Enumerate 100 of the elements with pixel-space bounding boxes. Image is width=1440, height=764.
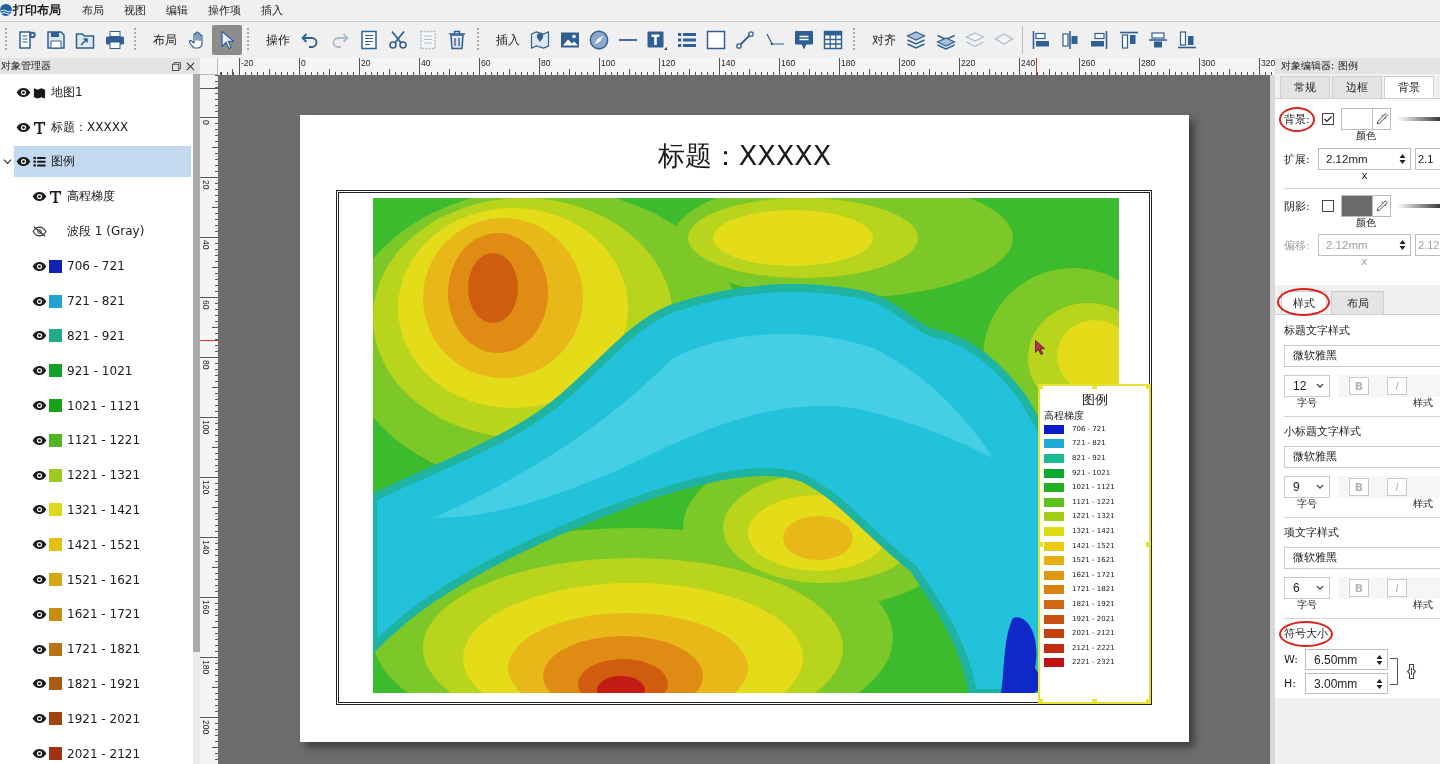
map-icon xyxy=(32,85,46,99)
eye-icon[interactable] xyxy=(32,191,47,203)
eye-slash-icon[interactable] xyxy=(32,226,47,238)
eye-icon[interactable] xyxy=(32,713,47,725)
resize-handle[interactable] xyxy=(1038,384,1043,389)
eyedropper-icon[interactable] xyxy=(1375,113,1388,125)
resize-handle[interactable] xyxy=(1146,699,1151,704)
resize-handle[interactable] xyxy=(1092,699,1097,704)
eye-icon[interactable] xyxy=(32,260,47,272)
tree-item[interactable]: 1121 - 1221 xyxy=(14,424,191,456)
size-dropdown[interactable]: 9 xyxy=(1284,476,1330,498)
eye-icon[interactable] xyxy=(32,400,47,412)
number-field[interactable]: 2.1 xyxy=(1415,148,1440,170)
tab[interactable]: 常规 xyxy=(1280,76,1330,98)
color-swatch[interactable] xyxy=(1341,195,1373,217)
eyedropper-button[interactable] xyxy=(1373,108,1391,130)
eye-icon[interactable] xyxy=(32,574,47,586)
close-icon[interactable] xyxy=(186,61,195,71)
spinner-arrows-icon[interactable] xyxy=(1399,153,1406,165)
tree-item[interactable]: 1921 - 2021 xyxy=(14,703,191,735)
eye-icon[interactable] xyxy=(32,295,47,307)
resize-handle[interactable] xyxy=(1092,384,1097,389)
chevron-down-icon[interactable] xyxy=(1316,585,1324,591)
toolbar-group-label: 布局 xyxy=(152,31,179,49)
toolbar-grip[interactable] xyxy=(852,28,855,52)
scrollbar-thumb[interactable] xyxy=(193,74,200,652)
scrollbar-track[interactable] xyxy=(193,74,200,764)
font-dropdown[interactable]: 微软雅黑 xyxy=(1284,446,1440,468)
number-field[interactable]: 3.00mm xyxy=(1305,673,1388,694)
tab[interactable]: 背景 xyxy=(1384,76,1434,98)
tree-item[interactable]: 821 - 921 xyxy=(14,320,191,352)
color-swatch[interactable] xyxy=(1341,108,1373,130)
ruler-label: 100 xyxy=(201,420,211,435)
resize-handle[interactable] xyxy=(1038,699,1043,704)
resize-handle[interactable] xyxy=(1038,541,1043,547)
tree-item[interactable]: 2021 - 2121 xyxy=(14,738,191,764)
eye-icon[interactable] xyxy=(32,643,47,655)
tree-item[interactable]: 1721 - 1821 xyxy=(14,633,191,665)
tree-item[interactable]: 标题：XXXXX xyxy=(14,111,191,143)
tree-item[interactable]: 1421 - 1521 xyxy=(14,529,191,561)
menu-item[interactable]: 布局 xyxy=(82,2,104,18)
number-field[interactable]: 6.50mm xyxy=(1305,649,1388,670)
eye-icon[interactable] xyxy=(32,469,47,481)
checkbox[interactable] xyxy=(1322,200,1334,212)
tree-item[interactable]: 波段 1 (Gray) xyxy=(14,216,191,248)
eye-icon[interactable] xyxy=(32,330,47,342)
tab[interactable]: 布局 xyxy=(1331,291,1384,314)
resize-handle[interactable] xyxy=(1146,541,1151,547)
number-field[interactable]: 2.12mm xyxy=(1318,148,1411,170)
eye-icon[interactable] xyxy=(32,608,47,620)
eyedropper-icon[interactable] xyxy=(1375,200,1388,212)
eyedropper-button[interactable] xyxy=(1373,195,1391,217)
tree-item[interactable]: 706 - 721 xyxy=(14,250,191,282)
checkbox[interactable] xyxy=(1322,113,1334,125)
toolbar-grip[interactable] xyxy=(246,28,249,52)
chevron-down-icon[interactable] xyxy=(2,157,12,167)
tree-item[interactable]: 地图1 xyxy=(14,76,191,108)
tree-item[interactable]: 高程梯度 xyxy=(14,181,191,213)
eye-icon[interactable] xyxy=(32,748,47,760)
tree-item[interactable]: 921 - 1021 xyxy=(14,355,191,387)
eye-icon[interactable] xyxy=(16,86,31,98)
menu-item[interactable]: 插入 xyxy=(261,2,283,18)
tree-item[interactable]: 1321 - 1421 xyxy=(14,494,191,526)
text-icon xyxy=(48,190,62,204)
menu-item[interactable]: 操作项 xyxy=(208,2,241,18)
size-dropdown[interactable]: 6 xyxy=(1284,577,1330,599)
eye-icon[interactable] xyxy=(16,121,31,133)
font-dropdown[interactable]: 微软雅黑 xyxy=(1284,345,1440,367)
eye-icon[interactable] xyxy=(32,539,47,551)
tree-item[interactable]: 1021 - 1121 xyxy=(14,390,191,422)
eye-icon[interactable] xyxy=(32,678,47,690)
font-dropdown[interactable]: 微软雅黑 xyxy=(1284,547,1440,569)
tab[interactable]: 样式 xyxy=(1281,291,1327,314)
eye-icon[interactable] xyxy=(32,504,47,516)
canvas-scrollbar[interactable] xyxy=(1270,75,1275,764)
legend-panel[interactable] xyxy=(1038,384,1151,704)
eye-icon[interactable] xyxy=(32,434,47,446)
tree-item[interactable]: 1221 - 1321 xyxy=(14,459,191,491)
tree-item[interactable]: 1821 - 1921 xyxy=(14,668,191,700)
spinner-arrows-icon[interactable] xyxy=(1376,653,1383,666)
size-dropdown[interactable]: 12 xyxy=(1284,375,1330,397)
ruler-label: 120 xyxy=(661,58,676,68)
resize-handle[interactable] xyxy=(1146,384,1151,389)
spinner-arrows-icon[interactable] xyxy=(1376,677,1383,690)
link-icon[interactable] xyxy=(1406,663,1417,680)
toolbar-grip[interactable] xyxy=(476,28,479,52)
tree-item[interactable]: 1521 - 1621 xyxy=(14,564,191,596)
tree-item[interactable]: 图例 xyxy=(14,146,191,178)
menu-item[interactable]: 视图 xyxy=(124,2,146,18)
eye-icon[interactable] xyxy=(32,365,47,377)
tab[interactable]: 边框 xyxy=(1332,76,1382,98)
chevron-down-icon[interactable] xyxy=(1316,484,1324,490)
tree-item[interactable]: 721 - 821 xyxy=(14,285,191,317)
menu-item[interactable]: 编辑 xyxy=(166,2,188,18)
restore-window-icon[interactable] xyxy=(172,61,181,71)
chevron-down-icon[interactable] xyxy=(1316,383,1324,389)
toolbar-grip[interactable] xyxy=(134,28,137,52)
tree-item[interactable]: 1621 - 1721 xyxy=(14,598,191,630)
page-title: 标题：XXXXX xyxy=(657,139,832,173)
eye-icon[interactable] xyxy=(16,156,31,168)
